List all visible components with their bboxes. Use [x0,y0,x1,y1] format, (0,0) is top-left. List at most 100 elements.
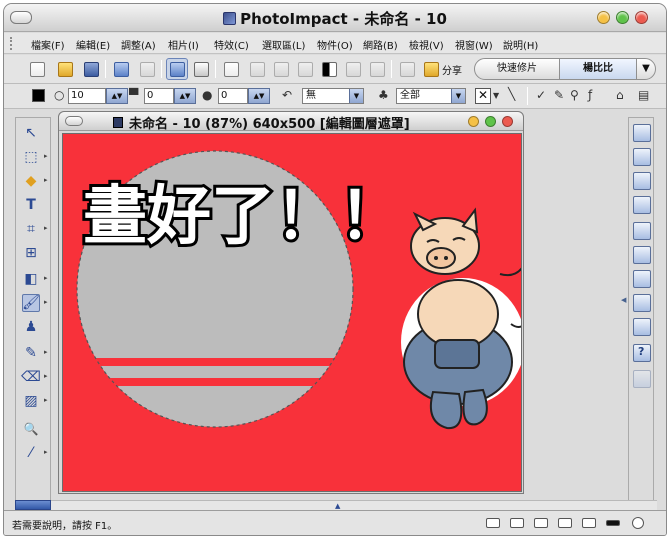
shape-tool[interactable]: ◆ [22,172,40,190]
script-icon[interactable]: ƒ [588,88,592,102]
chevron-down-icon[interactable]: ▼ [493,89,499,103]
menu-grip[interactable] [10,37,14,50]
document-close-button[interactable] [502,116,513,127]
menu-view[interactable]: 檢視(V) [409,37,444,52]
image-canvas[interactable]: 畫好了！！ [62,133,522,492]
home-icon[interactable]: ⌂ [616,88,624,102]
library-icon[interactable] [633,196,651,214]
redo-button[interactable] [136,58,158,80]
gradient-tool[interactable]: ▨ [22,392,40,410]
menu-effect[interactable]: 特效(C) [214,37,249,52]
undo-button[interactable] [110,58,132,80]
histogram-icon[interactable] [633,318,651,336]
retouch-tool[interactable]: ✎ [22,344,40,362]
upload-button[interactable] [396,58,418,80]
help-icon[interactable]: ? [633,344,651,362]
gallery-icon[interactable] [633,172,651,190]
mask-button[interactable] [318,58,340,80]
color-swatch-black[interactable] [32,89,45,102]
scroll-corner[interactable] [15,500,51,510]
disc-icon[interactable] [632,517,644,529]
paste-button[interactable] [270,58,292,80]
stamp-tool[interactable]: ♟ [22,318,40,336]
maximize-button[interactable] [616,11,629,24]
easy-palette-icon[interactable] [633,148,651,166]
transparency-field[interactable]: 0 [144,88,174,104]
pin-icon[interactable]: ⚲ [570,88,579,102]
menu-adjust[interactable]: 調整(A) [121,37,156,52]
document-maximize-button[interactable] [485,116,496,127]
more-tools-arrow-icon[interactable]: ▸ [44,224,48,232]
crop-tool[interactable]: ⌗ [22,220,40,238]
more-tools-arrow-icon[interactable]: ▸ [44,274,48,282]
transform-tool[interactable]: ⊞ [22,244,40,262]
line-tool-icon[interactable]: ╲ [508,87,515,101]
menu-photo[interactable]: 相片(I) [168,37,199,52]
frame-icon[interactable] [534,518,548,528]
menu-selection[interactable]: 選取區(L) [262,37,305,52]
paste-new-button[interactable] [294,58,316,80]
cut-button[interactable] [246,58,268,80]
selection-tool[interactable]: ⬚ [22,148,40,166]
table-icon[interactable] [558,518,572,528]
quick-fix-mode-button[interactable]: 快速修片 [475,59,559,79]
quick-command-icon[interactable] [633,294,651,312]
pick-tool[interactable]: ↖ [22,124,40,142]
document-panel-icon[interactable] [633,222,651,240]
scroll-up-icon[interactable]: ▲ [335,502,340,510]
save-button[interactable] [80,58,102,80]
menu-edit[interactable]: 編輯(E) [76,37,110,52]
document-minimize-button[interactable] [468,116,479,127]
brush-preset-icon[interactable]: ✎ [554,88,564,102]
selection-mode-button[interactable] [166,58,188,80]
transparency-spinner[interactable]: ▲▼ [174,88,196,104]
menu-file[interactable]: 檔案(F) [31,37,65,52]
more-tools-arrow-icon[interactable]: ▸ [44,176,48,184]
object-mode-button[interactable] [190,58,212,80]
full-edit-mode-button[interactable]: 楊比比 [559,59,637,79]
more-tools-arrow-icon[interactable]: ▸ [44,396,48,404]
text-tool[interactable]: T [22,196,40,214]
mode-menu-button[interactable]: ▼ [637,59,655,79]
more-tools-arrow-icon[interactable]: ▸ [44,298,48,306]
new-file-button[interactable] [26,58,48,80]
menu-help[interactable]: 說明(H) [503,37,538,52]
copy-button[interactable] [220,58,242,80]
menu-web[interactable]: 網路(B) [363,37,398,52]
check-icon[interactable]: ✓ [536,88,546,102]
menu-window[interactable]: 視窗(W) [455,37,493,52]
mode-x-button[interactable]: ✕ [475,88,491,104]
panel-toggle-icon[interactable]: ▤ [638,88,649,102]
fill-mode-select[interactable]: 無 ▼ [302,88,364,104]
open-button[interactable] [54,58,76,80]
soft-edge-field[interactable]: 0 [218,88,248,104]
brush-size-spinner[interactable]: ▲▼ [106,88,128,104]
eyedropper-tool[interactable]: ⁄ [22,444,40,462]
share-button[interactable]: 分享 [424,58,462,80]
close-button[interactable] [635,11,648,24]
soft-edge-spinner[interactable]: ▲▼ [248,88,270,104]
zoom-tool[interactable]: 🔍 [22,420,40,438]
menu-object[interactable]: 物件(O) [317,37,353,52]
crop-button[interactable] [342,58,364,80]
more-tools-arrow-icon[interactable]: ▸ [44,448,48,456]
eraser-tool[interactable]: ⌫ [21,368,41,386]
apply-to-select[interactable]: 全部 ▼ [396,88,466,104]
paint-brush-tool[interactable]: 🖌 [22,294,40,312]
document-menu-button[interactable] [65,116,83,126]
fill-tool[interactable]: ◧ [22,270,40,288]
more-tools-arrow-icon[interactable]: ▸ [44,372,48,380]
more-tools-arrow-icon[interactable]: ▸ [44,152,48,160]
ruler-icon[interactable] [582,518,596,528]
brush-size-field[interactable]: 10 [68,88,106,104]
layer-manager-icon[interactable] [633,124,651,142]
panel-collapse-icon[interactable]: ◀ [621,296,628,308]
disabled-panel-icon[interactable] [633,370,651,388]
link-icon[interactable] [486,518,500,528]
more-tools-arrow-icon[interactable]: ▸ [44,348,48,356]
print-button[interactable] [366,58,388,80]
clipboard-icon[interactable] [633,246,651,264]
play-icon[interactable] [633,270,651,288]
minimize-button[interactable] [597,11,610,24]
bar-icon[interactable] [606,520,620,526]
